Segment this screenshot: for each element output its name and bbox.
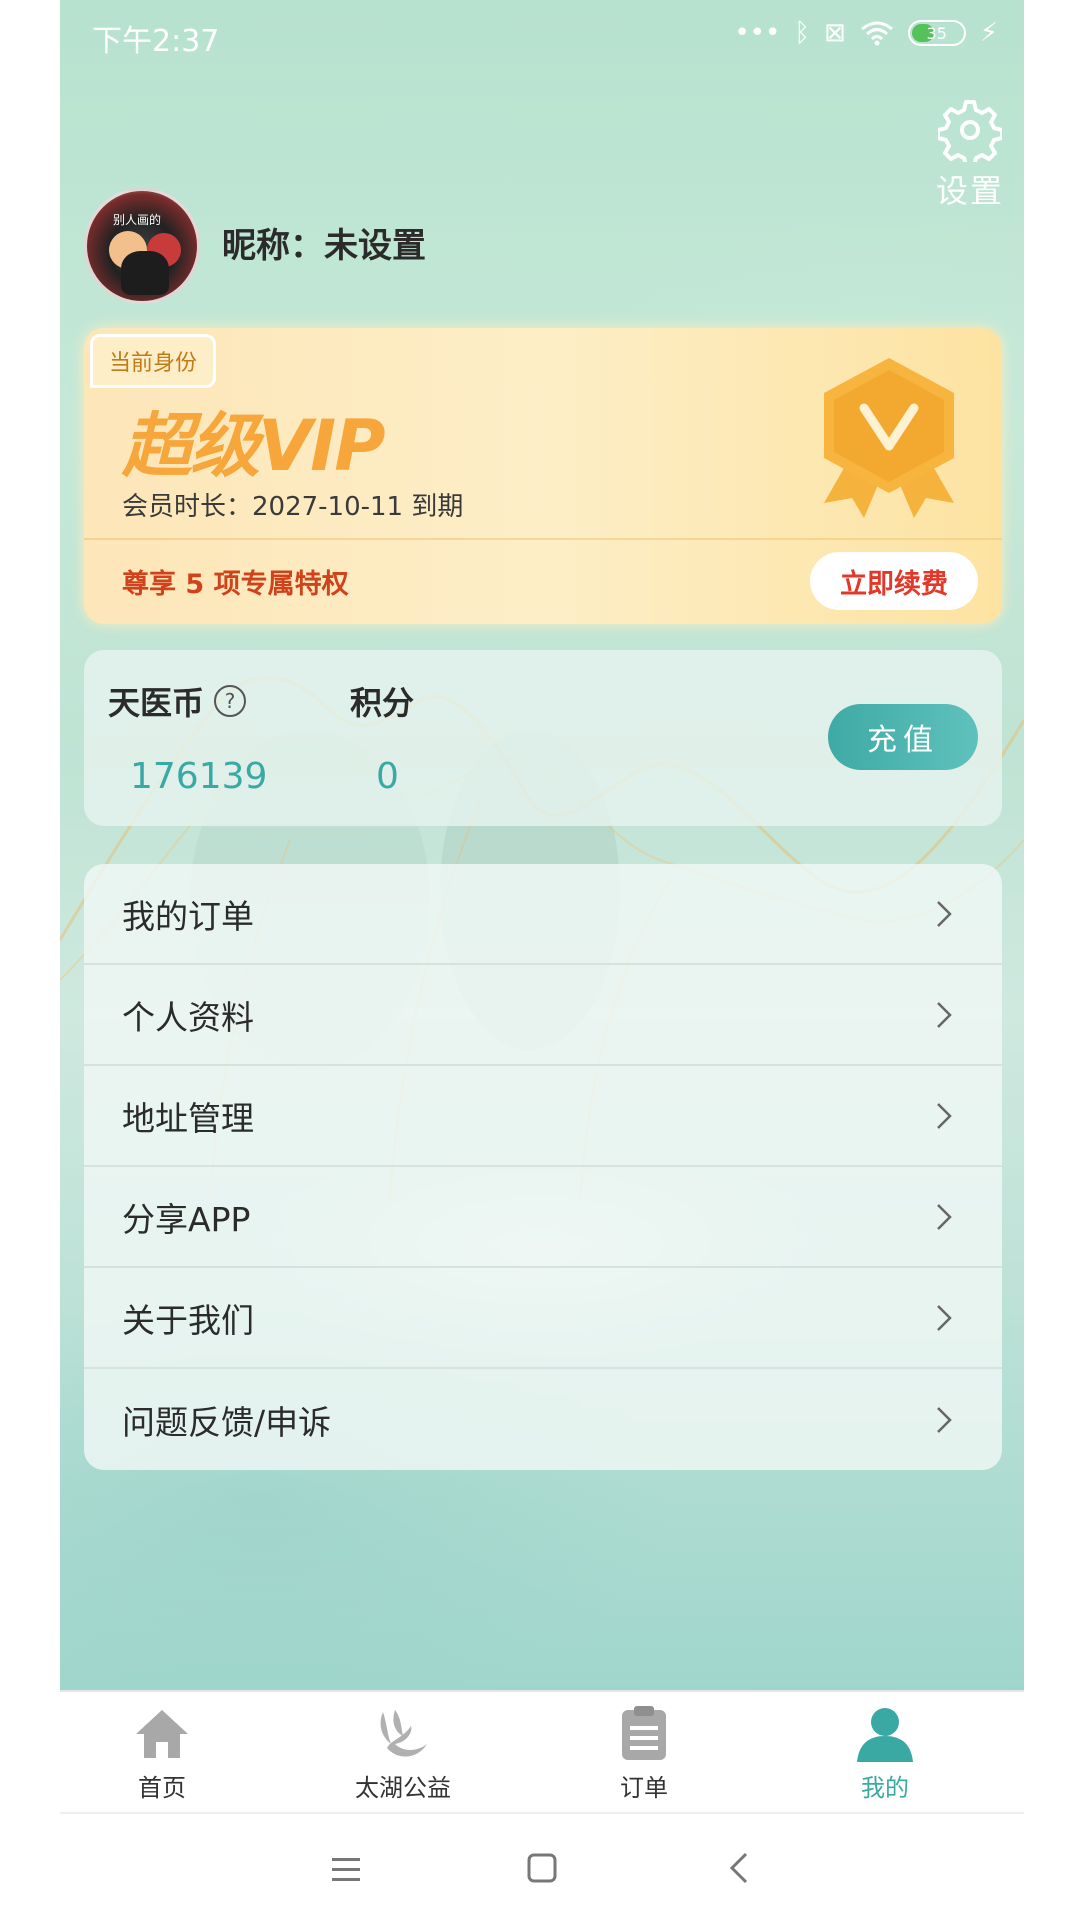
nav-mine[interactable]: 我的 <box>805 1704 965 1803</box>
menu-item-label: 地址管理 <box>122 1098 254 1138</box>
nav-label: 首页 <box>138 1774 186 1802</box>
chevron-right-icon <box>937 1203 952 1230</box>
points-label: 积分 <box>350 684 415 722</box>
help-icon[interactable]: ? <box>214 685 247 717</box>
menu-item-share-app[interactable]: 分享APP <box>84 1167 1002 1268</box>
status-time: 下午2:37 <box>92 24 220 59</box>
recharge-button[interactable]: 充值 <box>828 704 978 770</box>
more-dots-icon: ••• <box>734 18 781 48</box>
nav-charity[interactable]: 太湖公益 <box>323 1704 483 1803</box>
system-nav-bar <box>60 1814 1024 1920</box>
menu-icon[interactable] <box>316 1844 376 1894</box>
chevron-right-icon <box>937 900 952 927</box>
settings-button[interactable]: 设置 <box>915 98 1024 212</box>
chevron-right-icon <box>937 1406 952 1433</box>
vip-medal-icon <box>824 358 954 518</box>
user-icon <box>857 1708 913 1762</box>
coin-label: 天医币 <box>108 684 205 722</box>
chevron-right-icon <box>937 1001 952 1028</box>
settings-label: 设置 <box>935 172 1004 210</box>
vip-expiry: 会员时长：2027-10-11 到期 <box>122 492 464 522</box>
sim-off-icon: ⊠ <box>823 18 846 48</box>
charity-icon <box>380 1710 427 1757</box>
menu-item-label: 分享APP <box>122 1199 251 1239</box>
menu-item-label: 关于我们 <box>122 1300 254 1340</box>
vip-tag: 当前身份 <box>90 334 217 388</box>
back-icon[interactable] <box>710 1844 770 1894</box>
vip-title: 超级VIP <box>122 405 386 487</box>
nav-label: 订单 <box>620 1774 668 1802</box>
home-icon <box>136 1710 188 1758</box>
battery-level: 35 <box>926 23 947 43</box>
avatar[interactable]: 别人画的 <box>84 188 200 304</box>
nav-label: 我的 <box>861 1774 909 1802</box>
home-button-icon[interactable] <box>512 1844 572 1894</box>
status-bar: 下午2:37 ••• ᛒ ⊠ 35 ⚡ <box>60 0 1024 70</box>
menu-item-label: 问题反馈/申诉 <box>122 1402 332 1442</box>
menu-item-profile[interactable]: 个人资料 <box>84 965 1002 1066</box>
status-icons: ••• ᛒ ⊠ 35 ⚡ <box>734 18 998 48</box>
coin-label-group: 天医币 ? <box>108 678 247 724</box>
nav-label: 太湖公益 <box>355 1774 451 1802</box>
clipboard-icon <box>622 1706 666 1760</box>
coin-value[interactable]: 176139 <box>130 756 267 797</box>
chevron-right-icon <box>937 1304 952 1331</box>
avatar-text: 别人画的 <box>113 213 162 227</box>
divider <box>84 538 1002 540</box>
nav-home[interactable]: 首页 <box>82 1704 242 1803</box>
gear-icon <box>938 100 1002 162</box>
menu-list: 我的订单 个人资料 地址管理 分享APP 关于我们 问题反馈/申诉 <box>84 864 1002 1470</box>
wallet-card: 天医币 ? 176139 积分 0 充值 <box>84 650 1002 826</box>
app-screen: 下午2:37 ••• ᛒ ⊠ 35 ⚡ 设置 别人画的 昵称：未设置 当前身份 … <box>60 0 1024 1920</box>
vip-card: 当前身份 超级VIP 会员时长：2027-10-11 到期 尊享 5 项专属特权… <box>84 328 1002 624</box>
menu-item-feedback[interactable]: 问题反馈/申诉 <box>84 1369 1002 1470</box>
chevron-right-icon <box>937 1102 952 1129</box>
charging-icon: ⚡ <box>979 18 998 48</box>
nav-orders[interactable]: 订单 <box>564 1704 724 1803</box>
menu-item-address[interactable]: 地址管理 <box>84 1066 1002 1167</box>
menu-item-my-orders[interactable]: 我的订单 <box>84 864 1002 965</box>
points-value[interactable]: 0 <box>376 756 399 797</box>
renew-button[interactable]: 立即续费 <box>810 552 978 610</box>
vip-perks[interactable]: 尊享 5 项专属特权 <box>122 562 349 601</box>
bluetooth-icon: ᛒ <box>794 18 810 48</box>
menu-item-about-us[interactable]: 关于我们 <box>84 1268 1002 1369</box>
menu-item-label: 个人资料 <box>122 997 254 1037</box>
nickname[interactable]: 昵称：未设置 <box>222 218 426 267</box>
battery-icon: 35 <box>907 20 966 46</box>
wifi-icon <box>860 21 893 46</box>
bottom-nav: 首页 太湖公益 订单 我的 <box>60 1690 1024 1814</box>
menu-item-label: 我的订单 <box>122 896 254 936</box>
